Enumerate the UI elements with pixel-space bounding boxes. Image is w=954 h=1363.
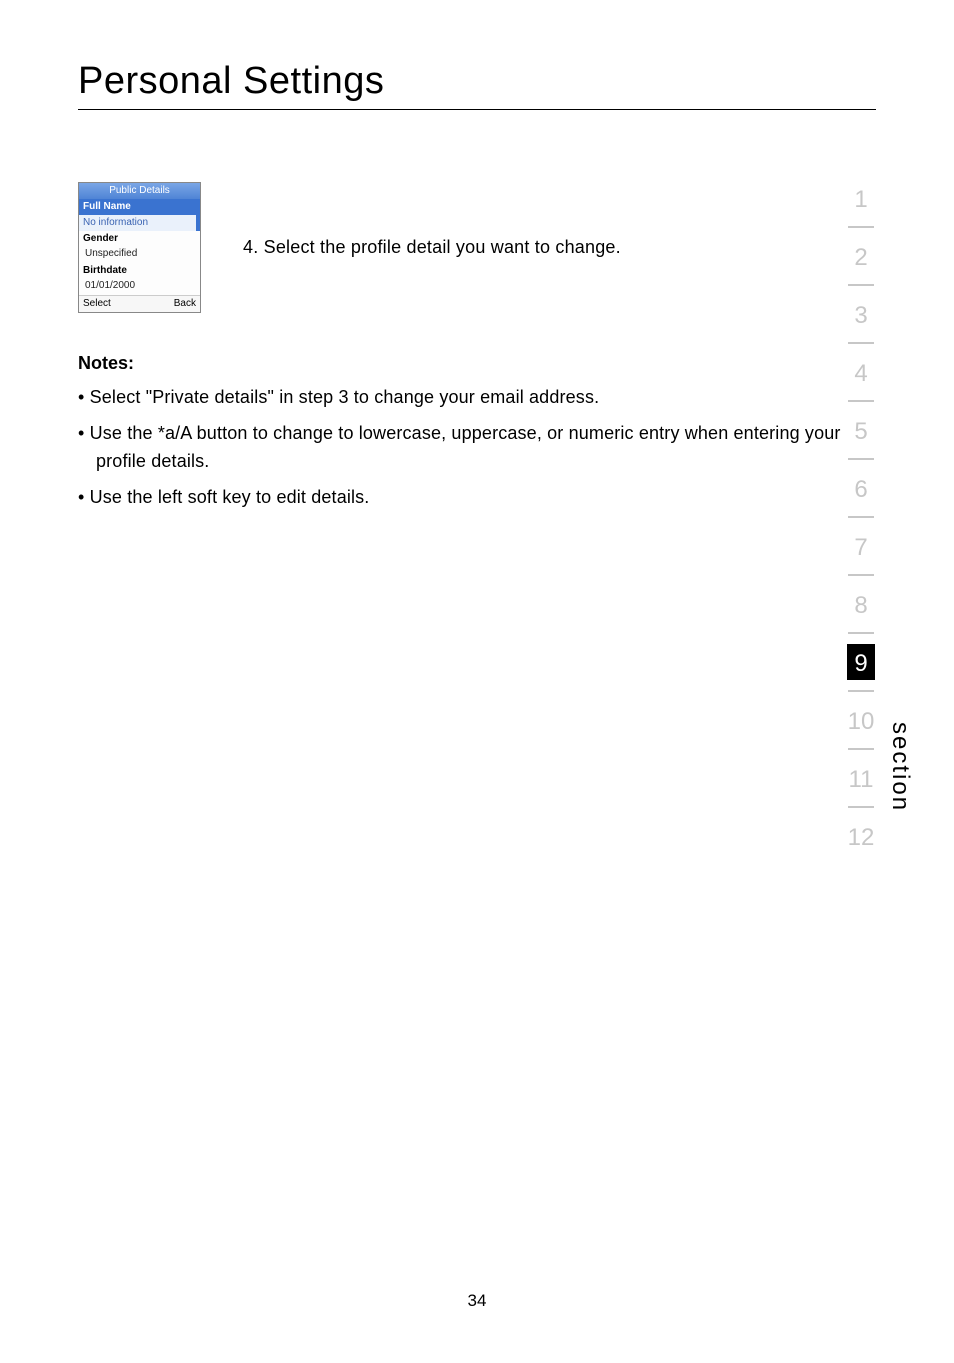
- step-row: Public Details Full Name No information …: [78, 182, 876, 313]
- step-instruction: 4. Select the profile detail you want to…: [243, 237, 621, 258]
- section-nav-number[interactable]: 3: [846, 296, 876, 332]
- phone-softkey-bar: Select Back: [79, 295, 200, 312]
- section-label: section: [886, 722, 914, 812]
- notes-item: Use the left soft key to edit details.: [78, 484, 876, 512]
- section-nav-number[interactable]: 4: [846, 354, 876, 390]
- notes-item: Select "Private details" in step 3 to ch…: [78, 384, 876, 412]
- section-nav-number[interactable]: 10: [846, 702, 876, 738]
- section-nav-number[interactable]: 11: [846, 760, 876, 796]
- section-nav-items: 123456789101112: [846, 180, 876, 854]
- section-nav-separator: [848, 226, 874, 228]
- section-nav-number[interactable]: 5: [846, 412, 876, 448]
- section-nav-number[interactable]: 7: [846, 528, 876, 564]
- phone-screen-mockup: Public Details Full Name No information …: [78, 182, 201, 313]
- section-nav-separator: [848, 458, 874, 460]
- section-nav-separator: [848, 748, 874, 750]
- section-nav-number[interactable]: 1: [846, 180, 876, 216]
- section-nav-separator: [848, 574, 874, 576]
- phone-titlebar: Public Details: [79, 183, 200, 199]
- phone-row-value: 01/01/2000: [79, 279, 200, 295]
- page-title: Personal Settings: [78, 60, 384, 103]
- phone-row-label: Birthdate: [79, 263, 200, 279]
- page-number: 34: [0, 1291, 954, 1311]
- phone-row-label: Full Name: [79, 199, 200, 215]
- phone-row-value: Unspecified: [79, 247, 200, 263]
- notes-block: Notes: Select "Private details" in step …: [78, 353, 876, 512]
- section-nav-separator: [848, 632, 874, 634]
- heading-row: Personal Settings: [78, 60, 876, 110]
- section-nav-number[interactable]: 8: [846, 586, 876, 622]
- section-nav-number[interactable]: 9: [847, 644, 875, 680]
- section-nav-number[interactable]: 12: [846, 818, 876, 854]
- notes-heading: Notes:: [78, 353, 876, 374]
- section-navigator: section 123456789101112: [846, 180, 914, 854]
- section-nav-separator: [848, 342, 874, 344]
- notes-list: Select "Private details" in step 3 to ch…: [78, 384, 876, 512]
- notes-item: Use the *a/A button to change to lowerca…: [78, 420, 876, 476]
- phone-softkey-right: Back: [174, 298, 196, 310]
- phone-row-value: No information: [79, 215, 200, 231]
- section-nav-number[interactable]: 6: [846, 470, 876, 506]
- phone-softkey-left: Select: [83, 298, 111, 310]
- section-nav-separator: [848, 806, 874, 808]
- phone-row-label: Gender: [79, 231, 200, 247]
- section-nav-separator: [848, 400, 874, 402]
- section-nav-separator: [848, 516, 874, 518]
- section-nav-number[interactable]: 2: [846, 238, 876, 274]
- section-nav-separator: [848, 690, 874, 692]
- section-nav-separator: [848, 284, 874, 286]
